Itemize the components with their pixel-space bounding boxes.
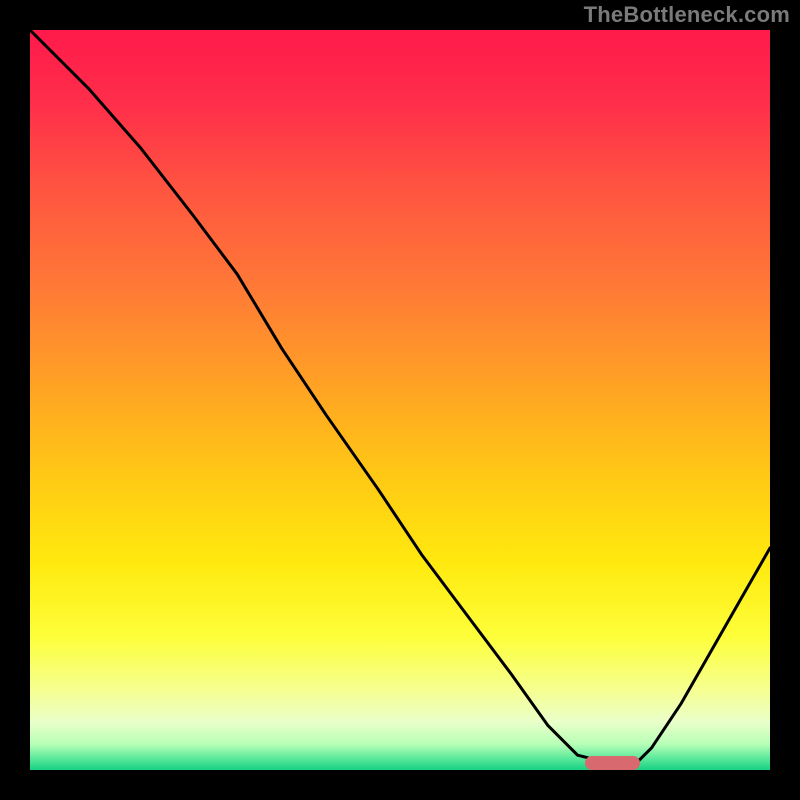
chart-frame: TheBottleneck.com <box>0 0 800 800</box>
optimum-marker <box>585 756 640 770</box>
curve-line <box>30 30 770 770</box>
plot-area <box>30 30 770 770</box>
watermark-text: TheBottleneck.com <box>584 2 790 28</box>
